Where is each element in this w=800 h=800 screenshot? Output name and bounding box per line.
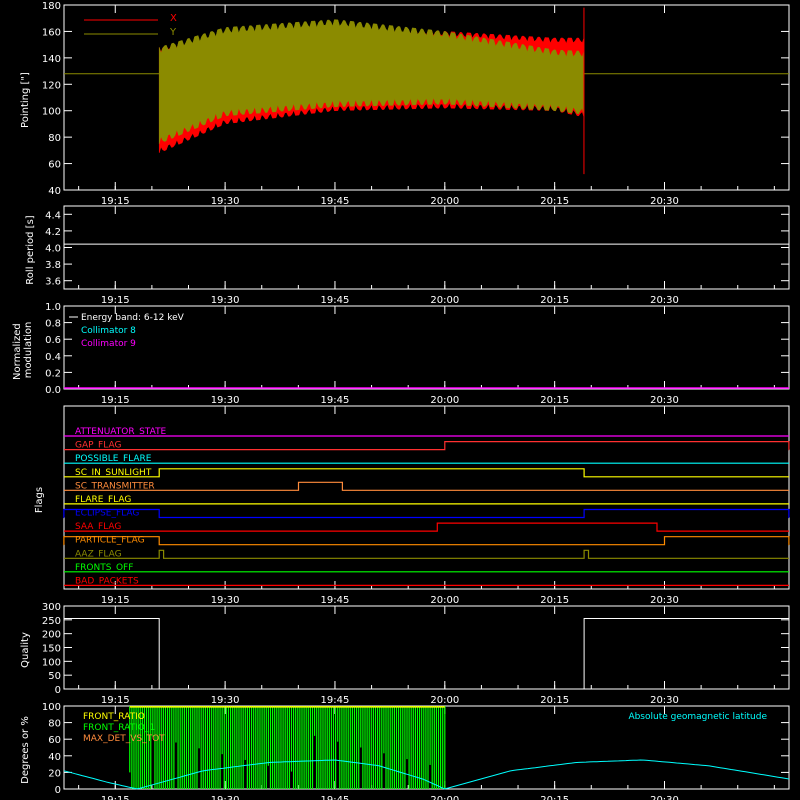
modulation-ylabel-line2: modulation <box>23 322 34 379</box>
geomagnetic-latitude-label: Absolute geomagnetic latitude <box>628 712 767 722</box>
ratios-ylabel: Degrees or % <box>20 716 31 784</box>
y-tick-label-1: 4.0 <box>45 244 61 255</box>
x-tick-label-4-1930: 19:30 <box>211 695 240 706</box>
energy-band-label: Energy band: 6-12 keV <box>81 313 185 323</box>
y-tick-label-1: 4.2 <box>45 227 61 238</box>
x-tick-label-3-2000: 20:00 <box>430 595 459 606</box>
y-tick-label-4: 0 <box>55 685 61 696</box>
front-ratio-label: FRONT_RATIO <box>83 712 145 722</box>
x-tick-label-3-1945: 19:45 <box>321 595 350 606</box>
y-tick-label-1: 3.6 <box>45 277 61 288</box>
x-tick-label-0-2000: 20:00 <box>430 196 459 207</box>
x-tick-label-1-2000: 20:00 <box>430 295 459 306</box>
y-tick-label-5: 40 <box>48 752 61 763</box>
y-tick-label-4: 300 <box>42 602 61 613</box>
y-tick-label-0: 60 <box>48 160 61 171</box>
x-tick-label-1-1930: 19:30 <box>211 295 240 306</box>
y-tick-label-0: 140 <box>42 54 61 65</box>
y-tick-label-2: 0.2 <box>45 368 61 379</box>
y-tick-label-1: 4.4 <box>45 210 61 221</box>
y-tick-label-4: 200 <box>42 630 61 641</box>
y-tick-label-5: 20 <box>48 768 61 779</box>
x-tick-label-0-1915: 19:15 <box>101 196 130 207</box>
y-tick-label-2: 0.0 <box>45 385 61 396</box>
y-tick-label-0: 180 <box>42 1 61 12</box>
x-tick-label-4-2015: 20:15 <box>540 695 569 706</box>
x-tick-label-0-1930: 19:30 <box>211 196 240 207</box>
x-tick-label-4-1945: 19:45 <box>321 695 350 706</box>
x-tick-label-3-2015: 20:15 <box>540 595 569 606</box>
x-tick-label-1-1945: 19:45 <box>321 295 350 306</box>
quality-ylabel: Quality <box>20 632 31 668</box>
x-tick-label-5-2015: 20:15 <box>540 795 569 800</box>
x-tick-label-5-1930: 19:30 <box>211 795 240 800</box>
x-tick-label-2-1945: 19:45 <box>321 395 350 406</box>
x-tick-label-1-1915: 19:15 <box>101 295 130 306</box>
y-tick-label-0: 80 <box>48 133 61 144</box>
collimator-8-label: Collimator 8 <box>81 326 136 336</box>
y-tick-label-4: 100 <box>42 657 61 668</box>
y-tick-label-5: 80 <box>48 719 61 730</box>
x-tick-label-5-2000: 20:00 <box>430 795 459 800</box>
y-tick-label-2: 0.6 <box>45 335 61 346</box>
x-tick-label-5-1945: 19:45 <box>321 795 350 800</box>
pointing-ylabel: Pointing ["] <box>20 72 31 128</box>
y-tick-label-4: 250 <box>42 616 61 627</box>
x-tick-label-0-2015: 20:15 <box>540 196 569 207</box>
x-tick-label-3-1915: 19:15 <box>101 595 130 606</box>
y-tick-label-4: 150 <box>42 644 61 655</box>
collimator-9-label: Collimator 9 <box>81 339 136 349</box>
legend-y-label: Y <box>169 27 177 38</box>
x-tick-label-1-2015: 20:15 <box>540 295 569 306</box>
y-tick-label-5: 60 <box>48 735 61 746</box>
y-tick-label-0: 160 <box>42 27 61 38</box>
x-tick-label-3-2030: 20:30 <box>650 595 679 606</box>
roll-period-ylabel: Roll period [s] <box>25 215 36 284</box>
x-tick-label-2-2015: 20:15 <box>540 395 569 406</box>
y-tick-label-2: 0.4 <box>45 352 61 363</box>
x-tick-label-4-1915: 19:15 <box>101 695 130 706</box>
x-tick-label-5-1915: 19:15 <box>101 795 130 800</box>
y-tick-label-1: 3.8 <box>45 260 61 271</box>
y-tick-label-0: 120 <box>42 80 61 91</box>
max-det-vs-tot-label: MAX_DET_VS_TOT <box>83 734 165 744</box>
legend-x-label: X <box>170 13 177 24</box>
modulation-ylabel: Normalized modulation <box>12 320 34 380</box>
y-tick-label-4: 50 <box>48 671 61 682</box>
y-tick-label-5: 0 <box>55 785 61 796</box>
x-tick-label-0-1945: 19:45 <box>321 196 350 207</box>
y-tick-label-0: 100 <box>42 107 61 118</box>
x-tick-label-2-2030: 20:30 <box>650 395 679 406</box>
y-tick-label-0: 40 <box>48 186 61 197</box>
y-tick-label-2: 1.0 <box>45 302 61 313</box>
x-tick-label-1-2030: 20:30 <box>650 295 679 306</box>
x-tick-label-4-2030: 20:30 <box>650 695 679 706</box>
x-tick-label-3-1930: 19:30 <box>211 595 240 606</box>
x-tick-label-2-1930: 19:30 <box>211 395 240 406</box>
x-tick-label-4-2000: 20:00 <box>430 695 459 706</box>
x-tick-label-2-1915: 19:15 <box>101 395 130 406</box>
x-tick-label-0-2030: 20:30 <box>650 196 679 207</box>
figure: 19:15 19:30 19:45 20:00 20:15 20:30 40 60 80 100 1… <box>0 0 800 800</box>
x-tick-label-2-2000: 20:00 <box>430 395 459 406</box>
y-tick-label-2: 0.8 <box>45 319 61 330</box>
modulation-ylabel-line1: Normalized <box>12 323 23 380</box>
flags-ylabel: Flags <box>34 487 45 513</box>
y-tick-label-5: 100 <box>42 702 61 713</box>
x-tick-label-5-2030: 20:30 <box>650 795 679 800</box>
front-ratio-1-label: FRONT_RATIO_1 <box>83 723 155 733</box>
